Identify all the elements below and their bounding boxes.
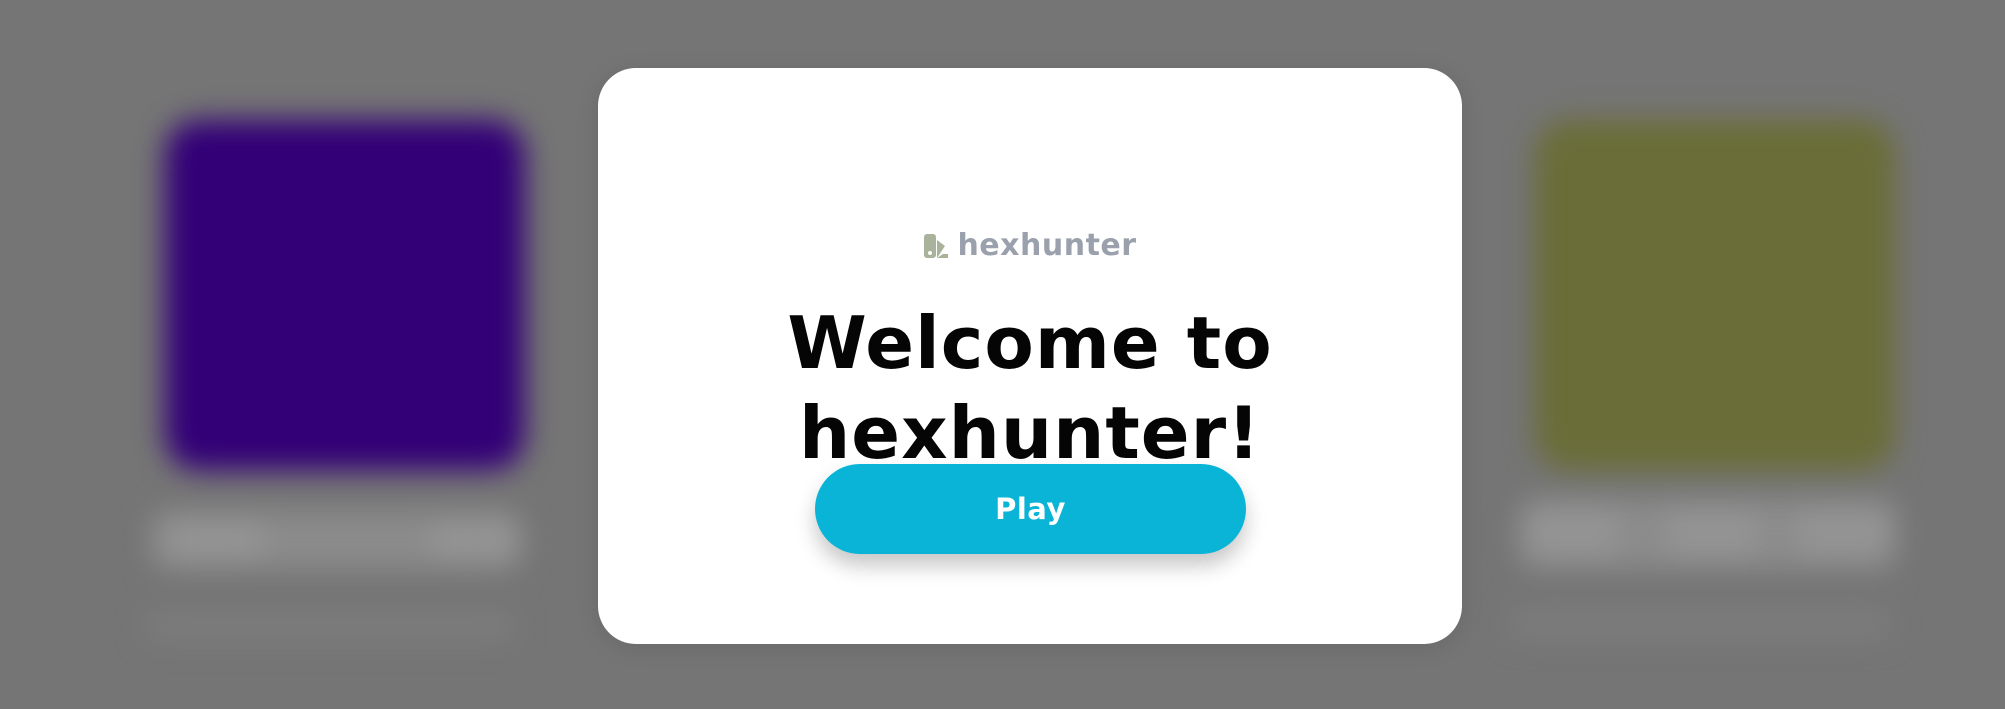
brand-name: hexhunter xyxy=(957,228,1137,263)
welcome-modal: hexhunter Welcome to hexhunter! xyxy=(598,68,1462,644)
option-chip-left-2 xyxy=(430,520,520,560)
welcome-title-line-2: hexhunter! xyxy=(799,391,1261,475)
option-chip-left-1 xyxy=(165,520,265,560)
option-chip-right-2 xyxy=(1665,508,1760,556)
play-button[interactable]: Play xyxy=(815,464,1246,554)
footer-bar-right xyxy=(1510,608,1890,638)
background-card-left xyxy=(0,0,600,709)
welcome-title-line-1: Welcome to xyxy=(787,301,1273,385)
background-card-right xyxy=(1440,0,2005,709)
color-swatch-left xyxy=(165,120,525,470)
option-chip-right-1 xyxy=(1525,508,1620,556)
option-chip-right-3 xyxy=(1795,508,1890,556)
game-screen: hexhunter Welcome to hexhunter! Play xyxy=(0,0,2005,709)
color-swatch-right xyxy=(1535,120,1895,470)
brand-logo: hexhunter xyxy=(598,226,1462,266)
welcome-title: Welcome to hexhunter! xyxy=(598,298,1462,478)
footer-bar-left xyxy=(145,612,515,640)
paint-swatch-icon xyxy=(924,234,949,258)
